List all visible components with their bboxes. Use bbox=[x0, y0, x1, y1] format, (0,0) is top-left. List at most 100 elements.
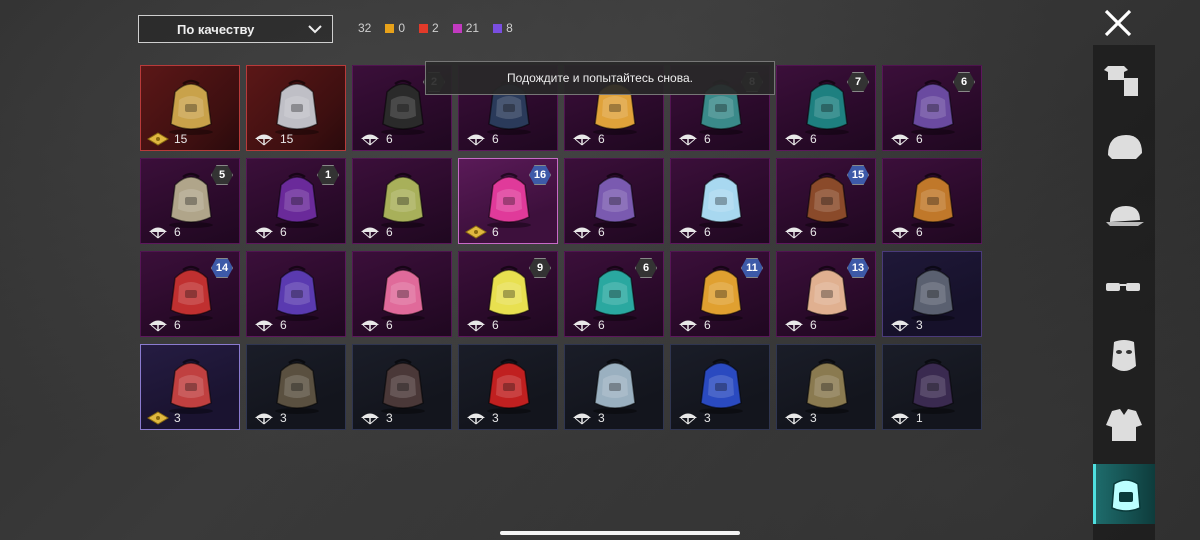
item-count: 6 bbox=[386, 225, 393, 239]
inventory-item[interactable]: 3 bbox=[564, 344, 664, 430]
item-footer: 6 bbox=[571, 318, 605, 332]
item-count: 6 bbox=[916, 132, 923, 146]
item-footer: 6 bbox=[465, 225, 499, 239]
item-footer: 6 bbox=[571, 225, 605, 239]
outfit-icon bbox=[1104, 66, 1138, 96]
parachute-icon bbox=[679, 134, 697, 146]
inventory-item[interactable]: 16 6 bbox=[458, 158, 558, 244]
inventory-item[interactable]: 13 6 bbox=[776, 251, 876, 337]
armored-gray-backpack-icon bbox=[911, 265, 955, 321]
inventory-item[interactable]: 15 bbox=[246, 65, 346, 151]
parachute-icon bbox=[573, 320, 591, 332]
item-count: 6 bbox=[810, 132, 817, 146]
parachute-icon bbox=[255, 134, 273, 146]
item-count: 3 bbox=[386, 411, 393, 425]
inventory-item[interactable]: 3 bbox=[352, 344, 452, 430]
olive-tactical-backpack-icon bbox=[381, 172, 425, 228]
purple-gold-backpack-icon bbox=[275, 265, 319, 321]
item-count: 6 bbox=[386, 132, 393, 146]
item-footer: 3 bbox=[253, 411, 287, 425]
parachute-icon bbox=[467, 413, 485, 425]
silver-winged-emblem-icon bbox=[275, 79, 319, 135]
sketch-gold-backpack-icon bbox=[805, 358, 849, 414]
sidebar-tab-mask[interactable] bbox=[1093, 326, 1155, 386]
item-count: 6 bbox=[916, 225, 923, 239]
inventory-item[interactable]: 6 bbox=[882, 158, 982, 244]
red-graffiti-backpack-icon bbox=[169, 358, 213, 414]
inventory-item[interactable]: 15 bbox=[140, 65, 240, 151]
home-indicator[interactable] bbox=[500, 531, 740, 535]
purple-square-icon bbox=[493, 23, 503, 33]
purple-dark-backpack-icon bbox=[911, 358, 955, 414]
inventory-item[interactable]: 76 bbox=[776, 65, 876, 151]
item-count: 6 bbox=[704, 132, 711, 146]
item-count: 6 bbox=[810, 225, 817, 239]
item-count: 6 bbox=[174, 318, 181, 332]
blue-yellow-egg-backpack-icon bbox=[699, 358, 743, 414]
item-count: 3 bbox=[492, 411, 499, 425]
inventory-item[interactable]: 6 bbox=[564, 158, 664, 244]
item-count: 6 bbox=[280, 318, 287, 332]
inventory-item[interactable]: 66 bbox=[564, 251, 664, 337]
gold-ticket-icon bbox=[465, 225, 487, 239]
item-count: 6 bbox=[598, 225, 605, 239]
dark-brown-backpack-icon bbox=[381, 358, 425, 414]
parachute-icon bbox=[149, 320, 167, 332]
parachute-icon bbox=[785, 413, 803, 425]
inventory-item[interactable]: 15 6 bbox=[776, 158, 876, 244]
inventory-item[interactable]: 6 bbox=[670, 158, 770, 244]
item-footer: 6 bbox=[783, 132, 817, 146]
sidebar-tab-backpack[interactable] bbox=[1093, 464, 1155, 524]
gold-helmet-emblem-icon bbox=[169, 79, 213, 135]
item-footer: 6 bbox=[571, 132, 605, 146]
item-footer: 6 bbox=[147, 318, 181, 332]
inventory-item[interactable]: 66 bbox=[882, 65, 982, 151]
item-count: 3 bbox=[280, 411, 287, 425]
inventory-item[interactable]: 6 bbox=[352, 158, 452, 244]
item-count: 6 bbox=[598, 132, 605, 146]
purple-ornate-backpack-icon bbox=[593, 172, 637, 228]
sidebar-tab-cap[interactable] bbox=[1093, 188, 1155, 248]
magenta-square-icon bbox=[452, 23, 462, 33]
parachute-icon bbox=[891, 413, 909, 425]
count-red-value: 2 bbox=[432, 21, 439, 35]
inventory-item[interactable]: 16 bbox=[246, 158, 346, 244]
item-footer: 6 bbox=[359, 132, 393, 146]
inventory-item[interactable]: 6 bbox=[352, 251, 452, 337]
item-footer: 6 bbox=[783, 318, 817, 332]
item-footer: 3 bbox=[147, 411, 181, 425]
item-footer: 6 bbox=[889, 132, 923, 146]
inventory-item[interactable]: 14 6 bbox=[140, 251, 240, 337]
sidebar-tab-glasses[interactable] bbox=[1093, 257, 1155, 317]
sort-dropdown[interactable]: По качеству bbox=[138, 15, 333, 43]
inventory-item[interactable]: 3 bbox=[776, 344, 876, 430]
parachute-icon bbox=[361, 320, 379, 332]
count-orange: 0 bbox=[385, 21, 405, 35]
inventory-item[interactable]: 3 bbox=[882, 251, 982, 337]
item-count: 3 bbox=[704, 411, 711, 425]
inventory-item[interactable]: 3 bbox=[246, 344, 346, 430]
inventory-item[interactable]: 3 bbox=[458, 344, 558, 430]
sidebar-tab-helmet[interactable] bbox=[1093, 119, 1155, 179]
item-count: 1 bbox=[916, 411, 923, 425]
count-orange-value: 0 bbox=[398, 21, 406, 35]
sidebar-tab-jacket[interactable] bbox=[1093, 395, 1155, 455]
item-count: 15 bbox=[280, 132, 294, 146]
inventory-item[interactable]: 3 bbox=[670, 344, 770, 430]
item-footer: 6 bbox=[677, 225, 711, 239]
inventory-item[interactable]: 11 6 bbox=[670, 251, 770, 337]
parachute-icon bbox=[679, 320, 697, 332]
red-square-icon bbox=[419, 23, 429, 33]
inventory-item[interactable]: 56 bbox=[140, 158, 240, 244]
parachute-icon bbox=[891, 227, 909, 239]
snowman-backpack-icon bbox=[699, 172, 743, 228]
close-button[interactable] bbox=[1100, 8, 1136, 38]
inventory-item[interactable]: 6 bbox=[246, 251, 346, 337]
sidebar-tab-outfit[interactable] bbox=[1093, 50, 1155, 110]
item-footer: 6 bbox=[889, 225, 923, 239]
helmet-icon bbox=[1108, 135, 1142, 159]
count-magenta: 21 bbox=[452, 21, 479, 35]
inventory-item[interactable]: 3 bbox=[140, 344, 240, 430]
inventory-item[interactable]: 96 bbox=[458, 251, 558, 337]
inventory-item[interactable]: 1 bbox=[882, 344, 982, 430]
